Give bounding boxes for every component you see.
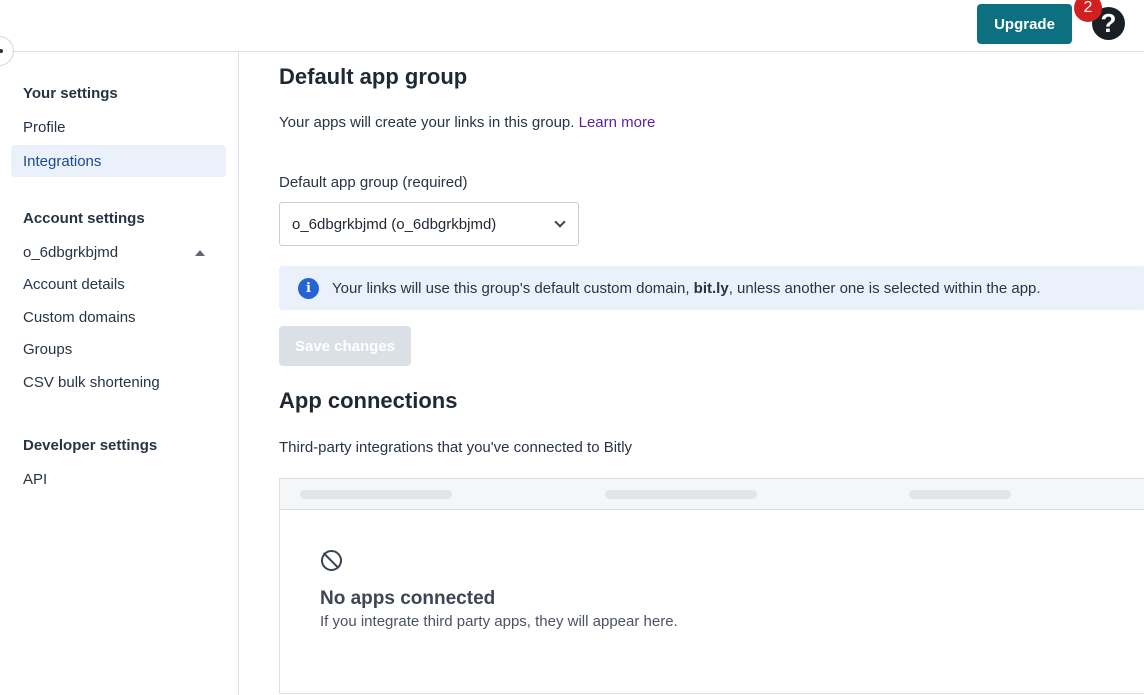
info-icon: i <box>298 277 319 299</box>
info-prefix: Your links will use this group's default… <box>332 279 690 297</box>
developer-settings-heading: Developer settings <box>23 437 158 454</box>
sidebar-item-profile[interactable]: Profile <box>23 119 66 136</box>
empty-state-title: No apps connected <box>320 588 496 609</box>
info-text: Your links will use this group's default… <box>332 280 1041 297</box>
default-app-group-label: Default app group (required) <box>279 174 468 191</box>
default-app-group-title: Default app group <box>279 64 468 89</box>
skeleton-column-1 <box>300 490 452 499</box>
no-entry-icon <box>321 550 342 571</box>
default-app-group-description: Your apps will create your links in this… <box>279 114 655 131</box>
app-connections-description: Third-party integrations that you've con… <box>279 439 633 456</box>
caret-up-icon[interactable] <box>195 249 205 256</box>
skeleton-column-2 <box>605 490 757 499</box>
sidebar-item-custom-domains[interactable]: Custom domains <box>23 309 136 326</box>
info-suffix: , unless another one is selected within … <box>728 279 1041 297</box>
empty-state-text: If you integrate third party apps, they … <box>320 613 678 630</box>
description-text: Your apps will create your links in this… <box>279 114 575 131</box>
sidebar-item-integrations[interactable]: Integrations <box>11 145 226 177</box>
table-header-placeholder <box>280 479 1144 510</box>
sidebar-item-api[interactable]: API <box>23 471 47 488</box>
save-changes-button[interactable]: Save changes <box>279 326 411 366</box>
learn-more-link[interactable]: Learn more <box>579 114 656 131</box>
collapse-dot-icon <box>0 49 3 53</box>
sidebar-item-account-details[interactable]: Account details <box>23 276 125 293</box>
skeleton-column-3 <box>909 490 1011 499</box>
org-selector[interactable]: o_6dbgrkbjmd <box>23 244 208 261</box>
select-value: o_6dbgrkbjmd (o_6dbgrkbjmd) <box>292 215 497 233</box>
app-connections-title: App connections <box>279 388 458 413</box>
app-connections-table: No apps connected If you integrate third… <box>279 478 1144 694</box>
domain-info-banner: i Your links will use this group's defau… <box>279 266 1144 310</box>
settings-sidebar: Your settings Profile Integrations Accou… <box>0 52 239 695</box>
main-content: Default app group Your apps will create … <box>239 52 1144 695</box>
info-domain: bit.ly <box>693 279 729 297</box>
sidebar-item-csv-bulk-shortening[interactable]: CSV bulk shortening <box>23 374 160 391</box>
your-settings-heading: Your settings <box>23 85 118 102</box>
top-bar: Upgrade ? 2 <box>0 0 1144 52</box>
upgrade-button[interactable]: Upgrade <box>977 4 1072 44</box>
org-name: o_6dbgrkbjmd <box>23 244 119 261</box>
chevron-down-icon <box>554 215 566 228</box>
default-app-group-select[interactable]: o_6dbgrkbjmd (o_6dbgrkbjmd) <box>279 202 579 246</box>
sidebar-item-groups[interactable]: Groups <box>23 341 72 358</box>
account-settings-heading: Account settings <box>23 210 145 227</box>
